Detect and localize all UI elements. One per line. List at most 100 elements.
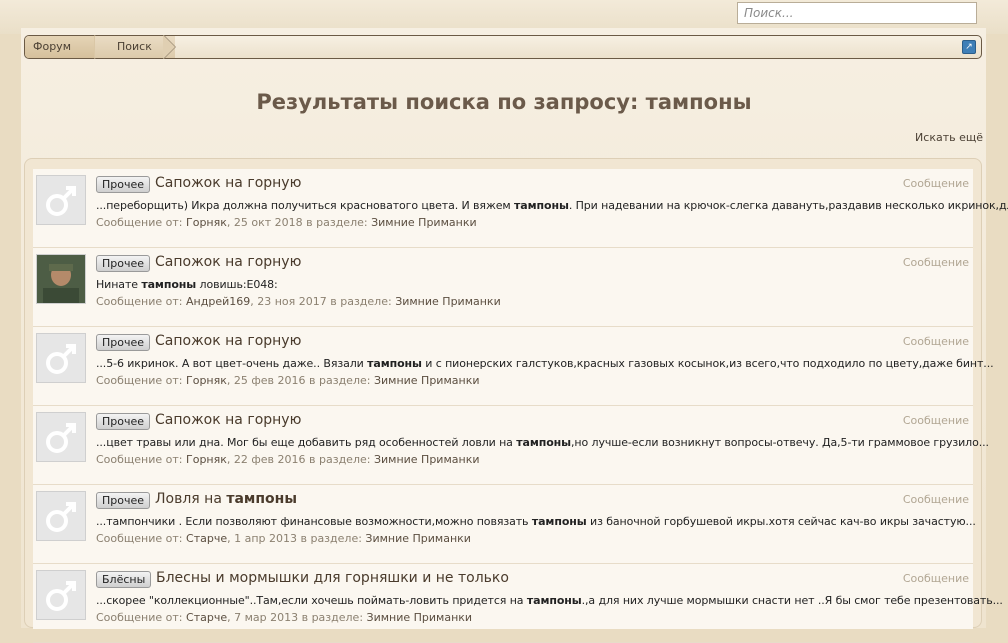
forum-link[interactable]: Зимние Приманки	[374, 453, 480, 466]
snippet-highlight: тампоны	[367, 357, 422, 370]
result-snippet: ...5-6 икринок. А вот цвет-очень даже.. …	[96, 357, 994, 370]
results-list: Прочее Сапожок на горную ...переборщить)…	[33, 169, 1008, 643]
author-link[interactable]: Горняк	[186, 374, 227, 387]
meta-date: , 22 фев 2016 в разделе:	[226, 453, 371, 466]
title-text: Ловля на	[155, 491, 227, 507]
forum-link[interactable]: Зимние Приманки	[374, 374, 480, 387]
results-panel: Прочее Сапожок на горную ...переборщить)…	[24, 158, 1008, 643]
title-text: Блесны и мормышки для горняшки и не толь…	[156, 570, 509, 586]
result-meta: Сообщение от: Горняк, 22 фев 2016 в разд…	[96, 453, 479, 466]
result-type: Сообщение	[902, 335, 969, 348]
search-more-link[interactable]: Искать ещё	[915, 131, 983, 144]
result-title[interactable]: Сапожок на горную	[155, 333, 301, 349]
title-text: Сапожок на горную	[155, 412, 302, 428]
result-snippet: ...скорее "коллекционные"..Там,если хоче…	[96, 594, 1003, 607]
result-snippet: ...цвет травы или дна. Мог бы еще добави…	[96, 436, 989, 449]
forum-link[interactable]: Зимние Приманки	[367, 611, 473, 624]
snippet-text: .,а для них лучше мормышки снасти нет ..…	[581, 594, 1003, 607]
result-type: Сообщение	[902, 414, 969, 427]
search-result: Прочее Сапожок на горную Нинате тампоны …	[33, 248, 973, 327]
avatar[interactable]	[36, 412, 86, 462]
forum-link[interactable]: Зимние Приманки	[365, 532, 471, 545]
snippet-text: ,но лучше-если возникнут вопросы-отвечу.…	[571, 436, 989, 449]
snippet-highlight: тампоны	[516, 436, 572, 449]
snippet-text: ...тампончики . Если позволяют финансовы…	[96, 515, 532, 528]
meta-date: , 1 апр 2013 в разделе:	[227, 532, 362, 545]
avatar[interactable]	[36, 333, 86, 383]
result-title[interactable]: Сапожок на горную	[155, 175, 301, 191]
result-meta: Сообщение от: Андрей169, 23 ноя 2017 в р…	[96, 295, 501, 308]
forum-link[interactable]: Зимние Приманки	[371, 216, 477, 229]
snippet-text: Нинате	[96, 278, 142, 291]
title-highlight: тампоны	[226, 491, 297, 507]
result-title[interactable]: Блесны и мормышки для горняшки и не толь…	[156, 570, 509, 586]
author-link[interactable]: Андрей169	[186, 295, 250, 308]
male-symbol-icon	[46, 423, 76, 453]
avatar[interactable]	[36, 570, 86, 620]
male-symbol-icon	[46, 581, 76, 611]
author-link[interactable]: Старче	[186, 611, 227, 624]
meta-date: , 25 окт 2018 в разделе:	[226, 216, 368, 229]
breadcrumb-item-forum[interactable]: Форум	[25, 36, 105, 58]
avatar[interactable]	[36, 175, 86, 225]
result-type: Сообщение	[902, 493, 969, 506]
meta-date: , 25 фев 2016 в разделе:	[226, 374, 371, 387]
snippet-highlight: тампоны	[526, 594, 582, 607]
result-meta: Сообщение от: Старче, 7 мар 2013 в разде…	[96, 611, 472, 624]
jump-to-icon[interactable]: ↗	[962, 40, 976, 54]
result-meta: Сообщение от: Старче, 1 апр 2013 в разде…	[96, 532, 471, 545]
search-input[interactable]	[737, 2, 977, 24]
meta-label: Сообщение от:	[96, 532, 183, 545]
meta-label: Сообщение от:	[96, 453, 183, 466]
search-result: Прочее Ловля на тампоны ...тампончики . …	[33, 485, 976, 564]
title-text: Сапожок на горную	[155, 333, 302, 349]
result-title[interactable]: Ловля на тампоны	[155, 491, 297, 507]
avatar[interactable]	[36, 491, 86, 541]
prefix-badge[interactable]: Прочее	[96, 334, 151, 351]
result-title[interactable]: Сапожок на горную	[155, 412, 301, 428]
search-result: Блёсны Блесны и мормышки для горняшки и …	[33, 564, 1003, 643]
title-text: Сапожок на горную	[155, 254, 302, 270]
snippet-highlight: тампоны	[141, 278, 197, 291]
result-meta: Сообщение от: Горняк, 25 фев 2016 в разд…	[96, 374, 479, 387]
prefix-badge[interactable]: Блёсны	[96, 571, 152, 588]
meta-date: , 23 ноя 2017 в разделе:	[250, 295, 392, 308]
male-symbol-icon	[46, 502, 76, 532]
meta-label: Сообщение от:	[96, 295, 183, 308]
search-result: Прочее Сапожок на горную ...5-6 икринок.…	[33, 327, 994, 406]
prefix-badge[interactable]: Прочее	[96, 255, 151, 272]
prefix-badge[interactable]: Прочее	[96, 176, 151, 193]
snippet-highlight: тампоны	[514, 199, 569, 212]
result-snippet: ...тампончики . Если позволяют финансовы…	[96, 515, 976, 528]
forum-link[interactable]: Зимние Приманки	[395, 295, 501, 308]
snippet-text: и с пионерских галстуков,красных газовых…	[421, 357, 994, 370]
snippet-text: . При надевании на крючок-слегка даванут…	[568, 199, 1008, 212]
result-type: Сообщение	[902, 177, 969, 190]
breadcrumb: Форум Поиск ↗	[24, 35, 982, 59]
page-title: Результаты поиска по запросу: тампоны	[256, 90, 752, 114]
author-link[interactable]: Горняк	[186, 216, 227, 229]
meta-date: , 7 мар 2013 в разделе:	[227, 611, 364, 624]
snippet-text: из баночной горбушевой икры.хотя сейчас …	[586, 515, 976, 528]
meta-label: Сообщение от:	[96, 216, 183, 229]
snippet-text: ...цвет травы или дна. Мог бы еще добави…	[96, 436, 517, 449]
result-type: Сообщение	[902, 572, 969, 585]
breadcrumb-separator	[163, 35, 175, 59]
male-symbol-icon	[46, 186, 76, 216]
meta-label: Сообщение от:	[96, 611, 183, 624]
title-text: Сапожок на горную	[155, 175, 302, 191]
snippet-text: ...5-6 икринок. А вот цвет-очень даже.. …	[96, 357, 368, 370]
result-meta: Сообщение от: Горняк, 25 окт 2018 в разд…	[96, 216, 477, 229]
result-type: Сообщение	[902, 256, 969, 269]
result-title[interactable]: Сапожок на горную	[155, 254, 301, 270]
author-link[interactable]: Горняк	[186, 453, 227, 466]
male-symbol-icon	[46, 344, 76, 374]
user-photo-icon	[37, 255, 85, 303]
result-snippet: Нинате тампоны ловишь:E048:	[96, 278, 278, 291]
prefix-badge[interactable]: Прочее	[96, 492, 151, 509]
author-link[interactable]: Старче	[186, 532, 227, 545]
snippet-text: ...переборщить) Икра должна получиться к…	[96, 199, 515, 212]
avatar[interactable]	[36, 254, 86, 304]
prefix-badge[interactable]: Прочее	[96, 413, 151, 430]
breadcrumb-label: Поиск	[117, 40, 152, 53]
